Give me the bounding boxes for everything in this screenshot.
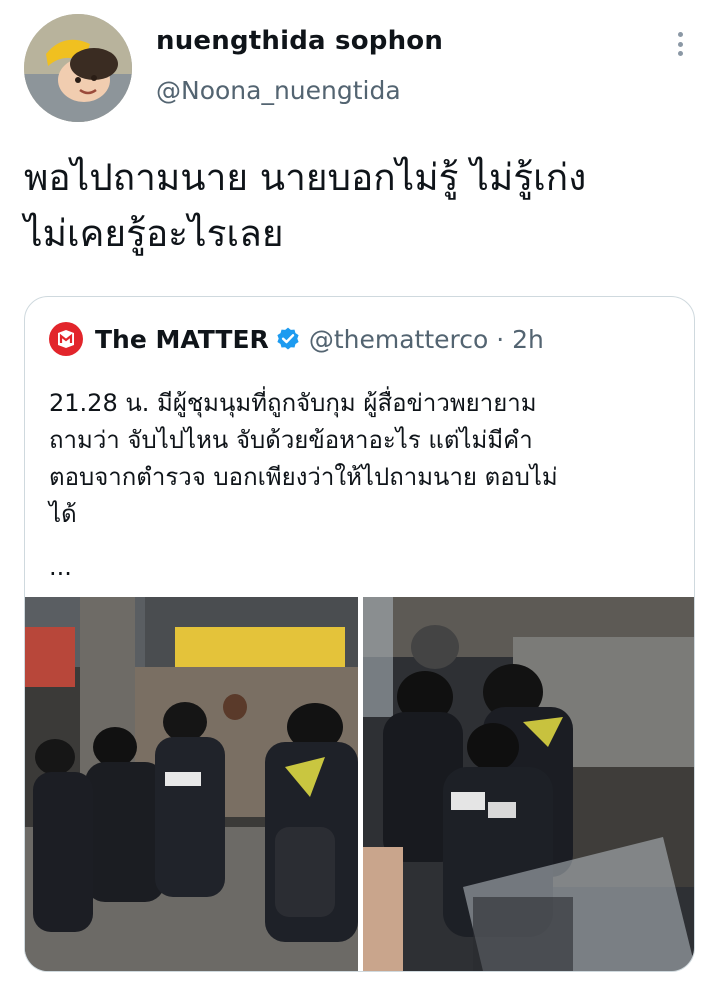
author-display-name[interactable]: nuengthida sophon — [156, 26, 443, 56]
quoted-text-line: ตอบจากตำรวจ บอกเพียงว่าให้ไปถามนาย ตอบไม… — [49, 463, 558, 491]
quoted-handle-time[interactable]: @thematterco · 2h — [309, 325, 544, 354]
quoted-text-ellipsis: ... — [49, 553, 72, 581]
quoted-tweet-text: 21.28 น. มีผู้ชุมนุมที่ถูกจับกุม ผู้สื่อ… — [49, 385, 679, 533]
more-vertical-icon[interactable] — [666, 28, 694, 60]
quoted-tweet-card[interactable]: The MATTER @thematterco · 2h 21.28 น. มี… — [24, 296, 695, 972]
quoted-photo-left[interactable] — [25, 597, 358, 971]
quoted-text-line: ได้ — [49, 500, 77, 528]
quoted-text-line: ถามว่า จับไปไหน จับด้วยข้อหาอะไร แต่ไม่ม… — [49, 426, 533, 454]
profile-photo-icon — [24, 14, 132, 122]
tweet-text-line: พอไปถามนาย นายบอกไม่รู้ ไม่รู้เก่ง — [24, 156, 587, 199]
verified-badge-icon — [277, 327, 299, 350]
tweet-text: พอไปถามนาย นายบอกไม่รู้ ไม่รู้เก่ง ไม่เค… — [24, 150, 694, 262]
tweet-text-line: ไม่เคยรู้อะไรเลย — [24, 212, 284, 255]
quoted-photo-right[interactable] — [363, 597, 694, 971]
author-avatar[interactable] — [24, 14, 132, 122]
quoted-display-name[interactable]: The MATTER — [95, 325, 269, 354]
quoted-text-line: 21.28 น. มีผู้ชุมนุมที่ถูกจับกุม ผู้สื่อ… — [49, 389, 537, 417]
quoted-tweet-header: The MATTER @thematterco · 2h — [49, 321, 544, 357]
author-handle[interactable]: @Noona_nuengtida — [156, 76, 401, 105]
the-matter-logo-icon[interactable] — [49, 322, 83, 356]
